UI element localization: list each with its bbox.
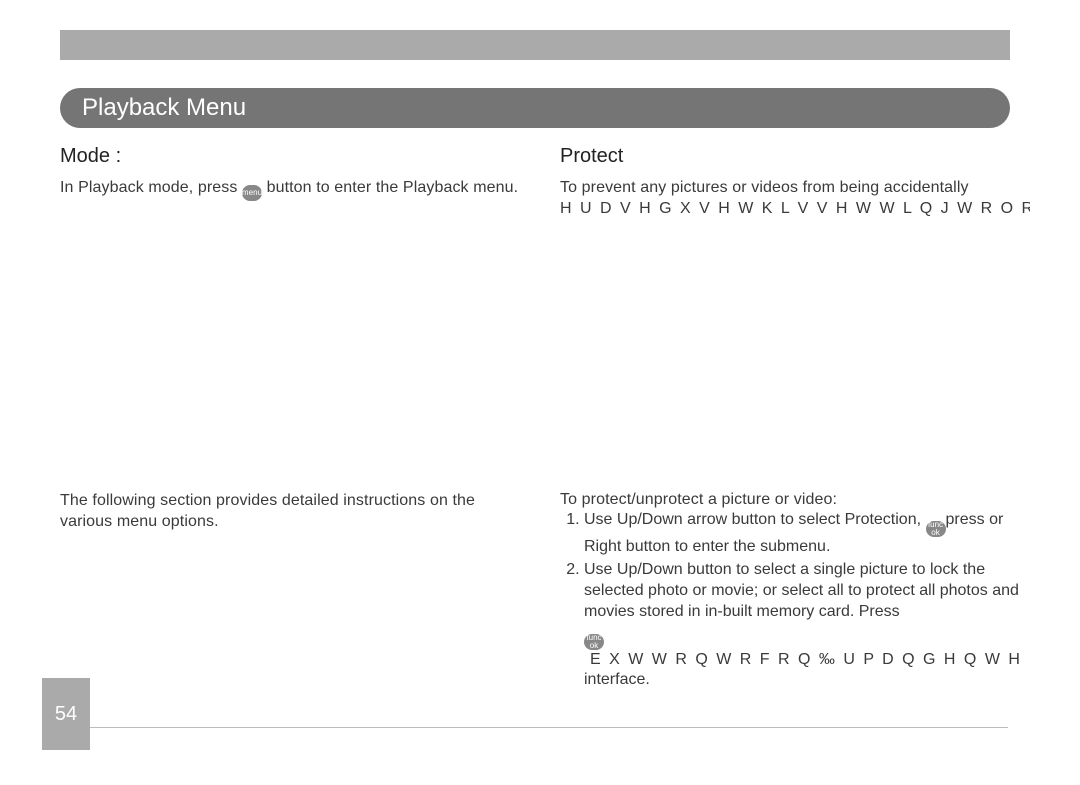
protect-steps: Use Up/Down arrow button to select Prote…	[560, 510, 1030, 691]
protect-heading: Protect	[560, 145, 1030, 168]
menu-button-icon: menu	[242, 185, 262, 201]
step1-prefix: Use Up/Down arrow button to select Prote…	[584, 511, 926, 528]
mode-intro-suffix: Playback menu.	[403, 179, 518, 196]
section-title-pill: Playback Menu	[60, 88, 1010, 128]
func-ok-icon: func ok	[584, 634, 604, 650]
mode-intro-mid: button to enter the	[262, 179, 403, 196]
content-columns: Mode : In Playback mode, press menu butt…	[60, 145, 1030, 693]
manual-page: Playback Menu Mode : In Playback mode, p…	[0, 0, 1080, 785]
spacer	[560, 220, 1030, 490]
protect-intro: To prevent any pictures or videos from b…	[560, 178, 1030, 199]
step2-prefix: Use Up/Down button to select a single pi…	[584, 561, 1019, 620]
spacer	[60, 201, 530, 491]
func-ok-icon: func ok	[926, 521, 946, 537]
mode-heading: Mode :	[60, 145, 530, 168]
mode-body: The following section provides detailed …	[60, 491, 530, 533]
footer-rule	[90, 727, 1008, 728]
section-title: Playback Menu	[82, 94, 246, 122]
list-item: Use Up/Down button to select a single pi…	[584, 560, 1030, 691]
mode-intro-prefix: In Playback mode, press	[60, 179, 242, 196]
left-column: Mode : In Playback mode, press menu butt…	[60, 145, 530, 693]
right-column: Protect To prevent any pictures or video…	[560, 145, 1030, 693]
step2-glyph: E X W W R Q W R F R Q ‰ U P D Q G H Q W …	[590, 651, 1022, 668]
protect-instructions-lead: To protect/unprotect a picture or video:	[560, 490, 1030, 511]
protect-glyph-line: H U D V H G X V H W K L V V H W W L Q J …	[560, 199, 1030, 220]
page-number: 54	[42, 678, 90, 750]
mode-intro: In Playback mode, press menu button to e…	[60, 178, 530, 201]
page-number-text: 54	[55, 703, 77, 726]
step2-suffix: interface.	[584, 671, 650, 688]
header-bar	[60, 30, 1010, 60]
list-item: Use Up/Down arrow button to select Prote…	[584, 510, 1030, 558]
